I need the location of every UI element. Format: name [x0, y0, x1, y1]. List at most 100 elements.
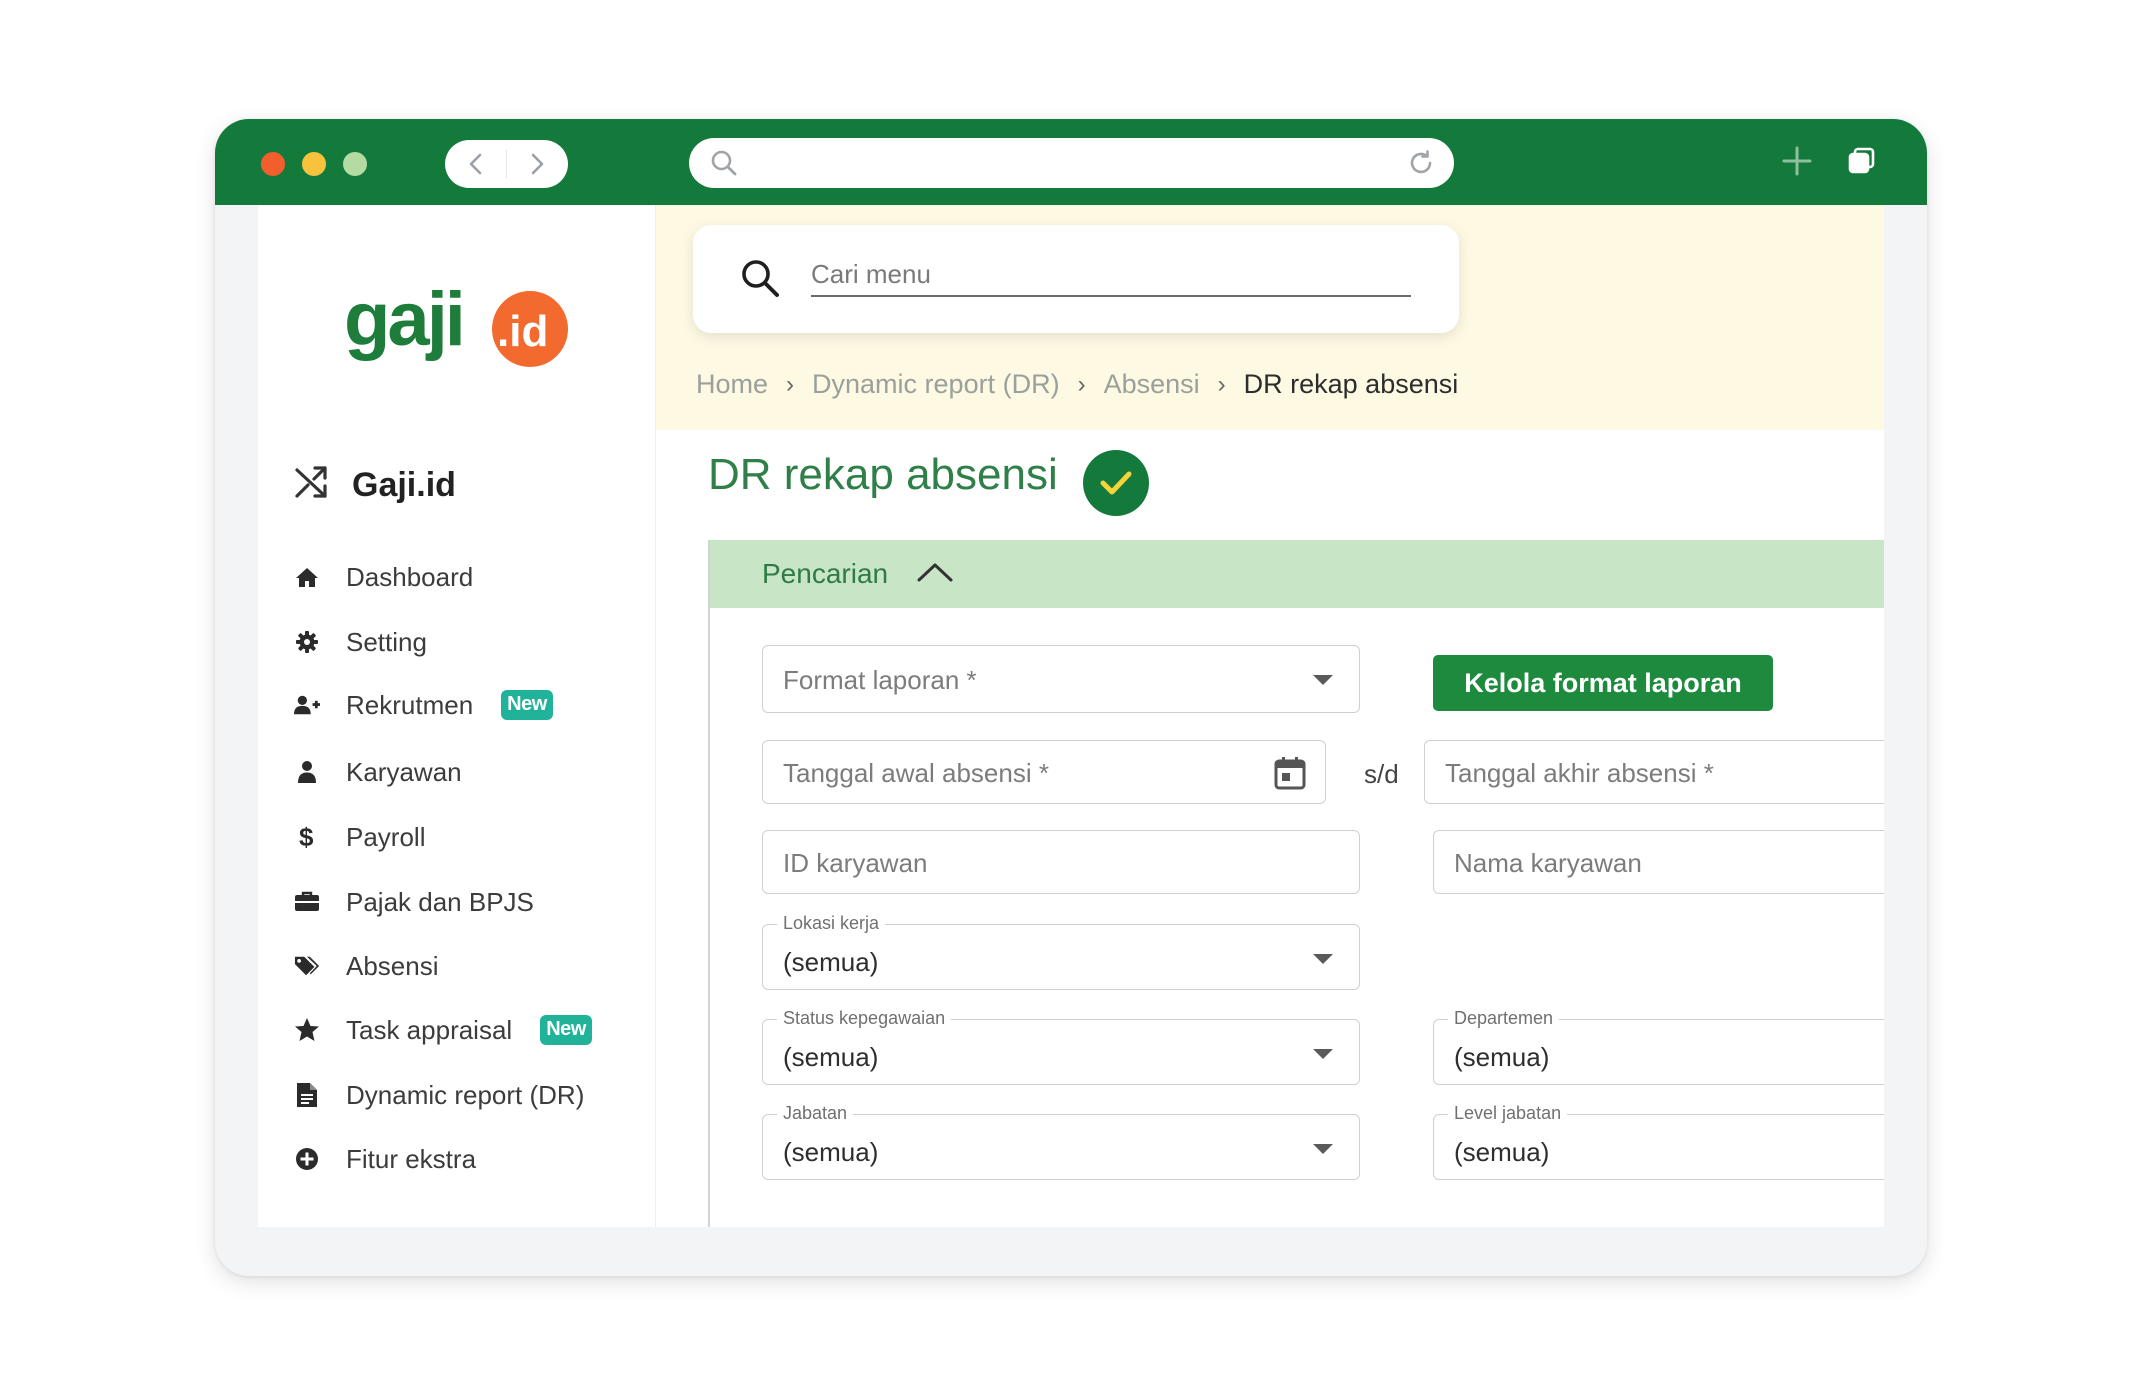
lokasi-kerja-value: (semua) — [783, 947, 879, 977]
breadcrumb-separator: › — [1077, 370, 1086, 398]
reload-icon[interactable] — [1406, 148, 1436, 183]
breadcrumb-home[interactable]: Home — [696, 369, 768, 400]
tanggal-akhir-placeholder: Tanggal akhir absensi * — [1445, 758, 1714, 788]
svg-text:.id: .id — [497, 307, 548, 356]
plus-circle-icon — [294, 1146, 320, 1172]
page-title: DR rekap absensi — [708, 450, 1058, 499]
minimize-window-dot[interactable] — [302, 152, 326, 176]
search-panel-header[interactable]: Pencarian — [710, 540, 1884, 608]
status-kepegawaian-select[interactable]: Status kepegawaian (semua) — [762, 1008, 1360, 1085]
level-jabatan-select[interactable]: Level jabatan (semua) — [1433, 1103, 1884, 1180]
departemen-select[interactable]: Departemen (semua) — [1433, 1008, 1884, 1085]
search-panel-title: Pencarian — [762, 558, 889, 589]
departemen-label: Departemen — [1448, 1008, 1560, 1029]
new-badge: New — [501, 690, 553, 720]
calendar-icon[interactable] — [1273, 755, 1307, 796]
document-icon — [294, 1082, 320, 1108]
sidebar-item-task-appraisal[interactable]: Task appraisal New — [294, 1010, 592, 1050]
star-icon — [294, 1017, 320, 1043]
sidebar-item-fitur-ekstra[interactable]: Fitur ekstra — [294, 1139, 476, 1179]
app-content: gaji .id Gaji.id Dashboard Setting Rekru… — [258, 205, 1884, 1227]
sidebar-item-label: Rekrutmen — [346, 689, 474, 720]
new-badge: New — [540, 1015, 592, 1045]
sidebar-item-pajak-bpjs[interactable]: Pajak dan BPJS — [294, 882, 534, 922]
gear-icon — [294, 629, 320, 655]
dollar-icon: $ — [294, 823, 320, 851]
status-kepegawaian-label: Status kepegawaian — [777, 1008, 952, 1029]
sidebar-item-rekrutmen[interactable]: Rekrutmen New — [294, 685, 553, 725]
breadcrumb-dynamic-report[interactable]: Dynamic report (DR) — [812, 369, 1060, 400]
date-range-separator: s/d — [1364, 759, 1399, 789]
svg-text:$: $ — [299, 823, 314, 851]
browser-window: gaji .id Gaji.id Dashboard Setting Rekru… — [215, 119, 1927, 1276]
sidebar-item-label: Fitur ekstra — [346, 1143, 477, 1174]
tags-icon — [294, 953, 320, 979]
address-bar[interactable] — [689, 138, 1454, 188]
sidebar-item-label: Karyawan — [346, 756, 462, 787]
header-band: Home › Dynamic report (DR) › Absensi › D… — [656, 205, 1884, 430]
breadcrumb-separator: › — [786, 370, 795, 398]
breadcrumb-current: DR rekap absensi — [1243, 369, 1459, 399]
briefcase-icon — [294, 889, 320, 915]
dropdown-caret-icon — [1313, 675, 1333, 685]
kelola-format-laporan-button[interactable]: Kelola format laporan — [1433, 655, 1773, 711]
sidebar-item-label: Task appraisal — [346, 1014, 513, 1045]
menu-search-input[interactable] — [811, 253, 1411, 297]
plus-icon[interactable] — [1780, 144, 1814, 183]
departemen-value: (semua) — [1454, 1042, 1550, 1072]
breadcrumb: Home › Dynamic report (DR) › Absensi › D… — [696, 369, 1458, 400]
browser-titlebar — [215, 119, 1927, 205]
lokasi-kerja-label: Lokasi kerja — [777, 913, 886, 934]
home-icon — [294, 564, 320, 590]
breadcrumb-absensi[interactable]: Absensi — [1104, 369, 1200, 400]
check-circle-icon — [1083, 450, 1149, 516]
sidebar-item-label: Dashboard — [346, 561, 474, 592]
search-panel: Pencarian Format laporan * Kelola format… — [708, 540, 1884, 1227]
level-jabatan-value: (semua) — [1454, 1137, 1550, 1167]
sidebar-item-label: Absensi — [346, 950, 439, 981]
sidebar-item-payroll[interactable]: $ Payroll — [294, 817, 425, 857]
sidebar-item-dashboard[interactable]: Dashboard — [294, 557, 473, 597]
sidebar-item-dynamic-report[interactable]: Dynamic report (DR) — [294, 1075, 584, 1115]
format-laporan-placeholder: Format laporan * — [783, 665, 977, 695]
chevron-up-icon[interactable] — [916, 560, 954, 589]
gaji-id-logo[interactable]: gaji .id — [344, 277, 570, 378]
close-window-dot[interactable] — [261, 152, 285, 176]
lokasi-kerja-select[interactable]: Lokasi kerja (semua) — [762, 913, 1360, 990]
sidebar-item-setting[interactable]: Setting — [294, 622, 427, 662]
breadcrumb-separator: › — [1217, 370, 1226, 398]
nav-buttons — [445, 140, 568, 188]
brand-name: Gaji.id — [352, 466, 456, 504]
copy-icon[interactable] — [1847, 146, 1877, 181]
sidebar-item-label: Payroll — [346, 821, 426, 852]
back-icon[interactable] — [460, 148, 492, 180]
nama-karyawan-field[interactable]: Nama karyawan — [1433, 830, 1884, 894]
tanggal-awal-field[interactable]: Tanggal awal absensi * — [762, 740, 1326, 804]
nav-separator — [506, 150, 507, 178]
brand-header[interactable]: Gaji.id — [294, 465, 456, 506]
dropdown-caret-icon — [1313, 1049, 1333, 1059]
id-karyawan-field[interactable]: ID karyawan — [762, 830, 1360, 894]
tanggal-akhir-field[interactable]: Tanggal akhir absensi * — [1424, 740, 1884, 804]
status-kepegawaian-value: (semua) — [783, 1042, 879, 1072]
sidebar: gaji .id Gaji.id Dashboard Setting Rekru… — [258, 205, 656, 1227]
search-icon — [709, 148, 739, 183]
forward-icon[interactable] — [521, 148, 553, 180]
jabatan-value: (semua) — [783, 1137, 879, 1167]
sidebar-item-label: Pajak dan BPJS — [346, 886, 534, 917]
dropdown-caret-icon — [1313, 954, 1333, 964]
id-karyawan-placeholder: ID karyawan — [783, 848, 928, 878]
maximize-window-dot[interactable] — [343, 152, 367, 176]
tanggal-awal-placeholder: Tanggal awal absensi * — [783, 758, 1049, 788]
user-icon — [294, 759, 320, 785]
user-plus-icon — [294, 692, 320, 718]
sidebar-item-karyawan[interactable]: Karyawan — [294, 752, 462, 792]
sidebar-item-absensi[interactable]: Absensi — [294, 946, 439, 986]
sidebar-item-label: Setting — [346, 626, 427, 657]
jabatan-label: Jabatan — [777, 1103, 854, 1124]
dropdown-caret-icon — [1313, 1144, 1333, 1154]
jabatan-select[interactable]: Jabatan (semua) — [762, 1103, 1360, 1180]
sidebar-item-label: Dynamic report (DR) — [346, 1079, 585, 1110]
menu-search-card — [693, 225, 1459, 333]
format-laporan-select[interactable]: Format laporan * — [762, 645, 1360, 713]
